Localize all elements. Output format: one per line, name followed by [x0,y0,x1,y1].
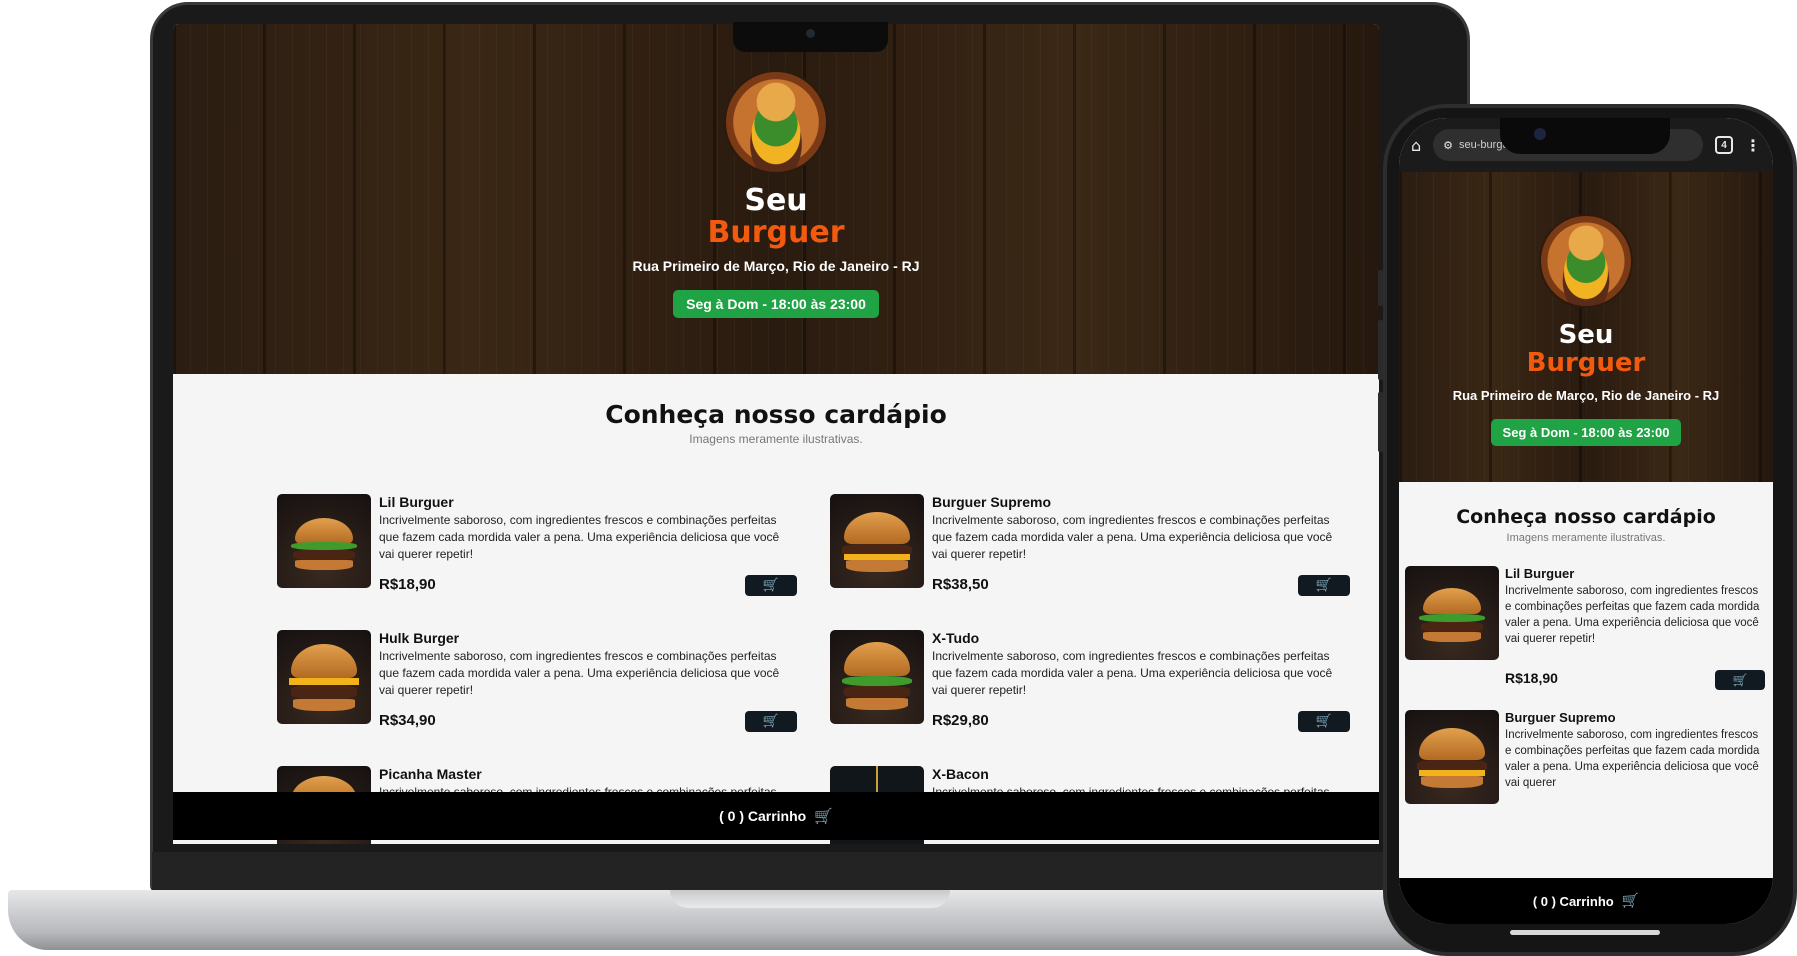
item-image [277,494,371,588]
item-description: Incrivelmente saboroso, com ingredientes… [379,513,780,561]
menu-title: Conheça nosso cardápio [1456,506,1716,528]
address-text: Rua Primeiro de Março, Rio de Janeiro - … [632,258,920,274]
item-description: Incrivelmente saboroso, com ingredientes… [379,649,780,697]
site-info-icon[interactable]: ⚙ [1443,139,1453,152]
item-name: Lil Burguer [379,494,454,510]
logo-image [724,70,828,174]
item-price: R$18,90 [1505,670,1558,686]
logo-image [1539,214,1633,308]
menu-item: Lil Burguer Incrivelmente saboroso, com … [1405,566,1767,706]
item-image [277,630,371,724]
item-name: X-Bacon [932,766,989,782]
brand-title-line1: Seu [744,183,808,218]
more-icon[interactable]: ⋮ [1745,136,1761,155]
menu-item: Lil Burguer Incrivelmente saboroso, com … [277,494,797,596]
phone-side-button [1378,270,1383,306]
item-description: Incrivelmente saboroso, com ingredientes… [1505,729,1760,789]
menu-item: X-Tudo Incrivelmente saboroso, com ingre… [830,630,1350,732]
cart-footer-button[interactable]: ( 0 ) Carrinho 🛒 [1399,878,1773,924]
phone-camera-notch [1500,118,1670,154]
item-description: Incrivelmente saboroso, com ingredientes… [1505,585,1760,645]
item-price: R$34,90 [379,712,436,729]
cart-icon: 🛒 [762,578,780,593]
item-description: Incrivelmente saboroso, com ingredientes… [932,649,1333,697]
hours-badge: Seg à Dom - 18:00 às 23:00 [673,290,879,318]
brand-title-line2: Burguer [707,215,845,250]
menu-item: Burguer Supremo Incrivelmente saboroso, … [1405,710,1767,810]
brand-title-line2: Burguer [1526,348,1646,378]
cart-footer-button[interactable]: ( 0 ) Carrinho 🛒 [173,792,1379,840]
laptop-camera-notch [733,22,888,52]
item-image [1405,710,1499,804]
home-indicator [1510,930,1660,935]
menu-section: Conheça nosso cardápio Imagens meramente… [173,374,1379,844]
address-text: Rua Primeiro de Março, Rio de Janeiro - … [1452,388,1720,403]
laptop-base-groove [670,890,950,908]
laptop-chin [152,852,1468,890]
hours-badge: Seg à Dom - 18:00 às 23:00 [1490,419,1682,446]
brand-title-line1: Seu [1558,320,1614,350]
add-to-cart-button[interactable]: 🛒 [1715,670,1765,690]
item-image [830,630,924,724]
phone-side-button [1378,320,1383,380]
menu-item: Hulk Burger Incrivelmente saboroso, com … [277,630,797,732]
item-image [1405,566,1499,660]
menu-section: Conheça nosso cardápio Imagens meramente… [1399,482,1773,922]
phone-side-button [1378,392,1383,452]
tabs-icon[interactable]: 4 [1715,136,1733,154]
menu-subtitle: Imagens meramente ilustrativas. [1506,532,1666,544]
cart-icon: 🛒 [1315,578,1333,593]
cart-icon: 🛒 [1315,714,1333,729]
add-to-cart-button[interactable]: 🛒 [745,575,797,596]
add-to-cart-button[interactable]: 🛒 [1298,711,1350,732]
item-price: R$18,90 [379,576,436,593]
cart-icon: 🛒 [814,807,833,825]
item-name: X-Tudo [932,630,980,646]
cart-count-label: ( 0 ) Carrinho [1532,893,1614,909]
item-name: Hulk Burger [379,630,460,646]
menu-subtitle: Imagens meramente ilustrativas. [689,432,863,446]
item-name: Burguer Supremo [932,494,1052,510]
laptop-mockup: Seu Burguer Rua Primeiro de Março, Rio d… [0,0,1480,956]
cart-icon: 🛒 [762,714,780,729]
cart-count-label: ( 0 ) Carrinho [719,808,807,824]
item-image [830,494,924,588]
cart-icon: 🛒 [1621,893,1640,909]
hero-header: Seu Burguer Rua Primeiro de Março, Rio d… [1399,172,1773,482]
hero-header: Seu Burguer Rua Primeiro de Março, Rio d… [173,24,1379,374]
item-name: Picanha Master [379,766,482,782]
menu-item: Burguer Supremo Incrivelmente saboroso, … [830,494,1350,596]
item-name: Lil Burguer [1505,566,1575,581]
home-icon[interactable]: ⌂ [1411,136,1421,155]
item-price: R$38,50 [932,576,989,593]
laptop-screen: Seu Burguer Rua Primeiro de Março, Rio d… [173,24,1379,844]
tab-count: 4 [1721,139,1727,151]
item-name: Burguer Supremo [1505,710,1616,725]
item-price: R$29,80 [932,712,989,729]
cart-icon: 🛒 [1732,673,1748,687]
add-to-cart-button[interactable]: 🛒 [745,711,797,732]
item-description: Incrivelmente saboroso, com ingredientes… [932,513,1333,561]
menu-title: Conheça nosso cardápio [605,400,947,429]
phone-screen: ⌂ ⚙ seu-burgu 4 ⋮ Seu Burguer Rua Primei… [1399,118,1773,924]
add-to-cart-button[interactable]: 🛒 [1298,575,1350,596]
